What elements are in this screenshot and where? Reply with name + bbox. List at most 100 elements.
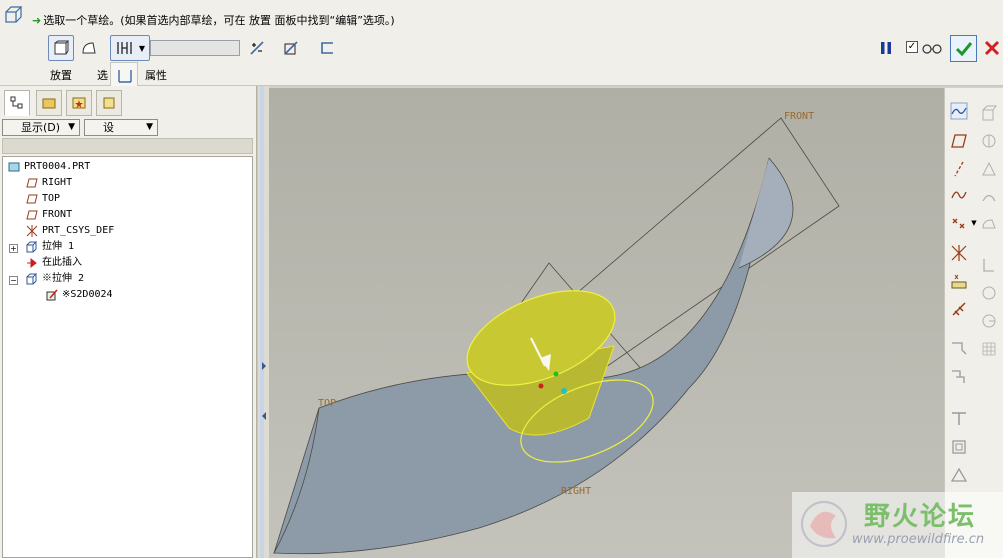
datum-plane-icon (25, 176, 39, 190)
prompt-arrow-icon: ➜ (32, 14, 42, 27)
model-tree: PRT0004.PRT RIGHT TOP FRONT PRT_CSYS_DEF… (2, 156, 253, 558)
pattern-icon (982, 342, 996, 356)
secondary-tool-7-icon (982, 286, 996, 300)
datum-plane-icon (25, 192, 39, 206)
feature-tool-2[interactable] (948, 366, 970, 388)
secondary-tool-2-icon (982, 134, 996, 148)
datum-axis-tool[interactable] (948, 158, 970, 180)
csys-icon (951, 245, 967, 261)
tree-item-label: RIGHT (42, 177, 73, 188)
datum-display-button[interactable] (948, 100, 970, 122)
feature-tool-5[interactable] (948, 464, 970, 486)
folder-icon (42, 98, 56, 109)
depth-value-field[interactable] (150, 40, 240, 56)
thicken-sketch-button[interactable] (314, 35, 340, 61)
coordinate-system-tool[interactable] (948, 242, 970, 264)
collapse-toggle[interactable]: − (9, 276, 18, 285)
secondary-tool-9[interactable] (978, 338, 1000, 360)
secondary-tool-5[interactable] (978, 214, 1000, 236)
extrude-icon (25, 240, 39, 254)
extrude-dashboard: ➜ 选取一个草绘。(如果首选内部草绘，可在 放置 面板中找到“编辑”选项。) ▼ … (0, 0, 1003, 86)
pause-icon (881, 42, 891, 54)
tree-item-top[interactable]: TOP (25, 191, 60, 207)
secondary-tool-4[interactable] (978, 186, 1000, 208)
depth-option-dropdown[interactable]: ▼ (110, 35, 150, 61)
datum-curve-tool[interactable] (948, 184, 970, 206)
secondary-tool-6-icon (983, 259, 994, 272)
extrude-icon (25, 272, 39, 286)
tab-model-tree[interactable] (4, 90, 30, 116)
feature-tool-3[interactable] (948, 408, 970, 430)
tab-placement[interactable]: 放置 (50, 67, 72, 83)
secondary-tool-2[interactable] (978, 130, 1000, 152)
splitter-rail (260, 86, 264, 558)
tab-properties[interactable]: 属性 (145, 67, 167, 83)
csys-origin-x (538, 383, 544, 389)
datum-point-tool[interactable] (948, 212, 970, 234)
settings-dropdown[interactable]: 设 ▼ (84, 119, 158, 136)
secondary-tool-5-icon (982, 219, 996, 229)
tree-item-extrude-2[interactable]: ※拉伸 2 (25, 271, 84, 287)
datum-point-icon (952, 218, 965, 229)
tree-item-csys[interactable]: PRT_CSYS_DEF (25, 223, 114, 239)
remove-material-button[interactable] (278, 35, 304, 61)
csys-origin-z (561, 388, 567, 394)
connections-icon (103, 97, 115, 109)
datum-plane-tool[interactable] (948, 130, 970, 152)
feature-tool-1-icon (952, 342, 967, 355)
secondary-tool-3[interactable] (978, 158, 1000, 180)
surface-icon (82, 42, 96, 54)
secondary-tool-6[interactable] (978, 254, 1000, 276)
message-prompt: ➜ 选取一个草绘。(如果首选内部草绘，可在 放置 面板中找到“编辑”选项。) (32, 12, 395, 28)
tree-root[interactable]: PRT0004.PRT (7, 159, 90, 175)
blind-depth-icon (117, 42, 132, 54)
tab-folder-browser[interactable] (36, 90, 62, 116)
tree-item-sketch[interactable]: ※S2D0024 (45, 287, 113, 303)
analysis-feature-tool[interactable] (948, 270, 970, 292)
checkmark-icon (955, 41, 972, 56)
chevron-down-icon: ▼ (971, 219, 977, 227)
cancel-button[interactable] (982, 38, 1002, 58)
datum-plane-icon (951, 134, 967, 148)
feature-tool-4[interactable] (948, 436, 970, 458)
preview-checkbox[interactable]: ✓ (906, 41, 918, 53)
show-dropdown[interactable]: 显示(D) ▼ (2, 119, 80, 136)
ok-button[interactable] (950, 35, 977, 62)
tree-item-front[interactable]: FRONT (25, 207, 72, 223)
feature-tool-1[interactable] (948, 338, 970, 360)
tree-item-insert-here[interactable]: 在此插入 (25, 255, 82, 271)
datum-axis-icon (954, 161, 964, 177)
favorites-icon (72, 97, 86, 109)
sketch-tool[interactable] (948, 298, 970, 320)
expand-toggle[interactable]: + (9, 244, 18, 253)
tree-item-label: 在此插入 (42, 257, 82, 268)
glasses-icon[interactable] (921, 41, 943, 55)
tab-connections[interactable] (96, 90, 122, 116)
feature-tool-3-icon (952, 412, 966, 425)
secondary-tool-8[interactable] (978, 310, 1000, 332)
secondary-tool-7[interactable] (978, 282, 1000, 304)
feature-toolbar: ▼ (944, 88, 1003, 558)
chevron-down-icon: ▼ (146, 122, 153, 132)
analysis-icon (951, 274, 967, 289)
to-next-icon (118, 70, 132, 83)
tree-item-label: ※拉伸 2 (42, 273, 85, 284)
feature-tool-2-icon (952, 370, 965, 383)
thicken-icon (321, 42, 333, 54)
tab-options[interactable]: 选 (97, 67, 108, 83)
flip-direction-icon (250, 41, 264, 55)
top-datum-label: TOP (318, 398, 336, 409)
solid-button[interactable] (48, 35, 74, 61)
secondary-tool-1[interactable] (978, 102, 1000, 124)
tree-item-label: ※S2D0024 (62, 289, 113, 300)
part-icon (7, 160, 21, 174)
flip-direction-button[interactable] (244, 35, 270, 61)
tree-item-right[interactable]: RIGHT (25, 175, 72, 191)
pause-button[interactable] (878, 40, 894, 56)
tab-favorites[interactable] (66, 90, 92, 116)
surface-button[interactable] (76, 35, 102, 61)
graphics-window[interactable]: FRONT TOP RIGHT (269, 88, 944, 558)
tree-item-extrude-1[interactable]: 拉伸 1 (25, 239, 74, 255)
secondary-tool-3-icon (982, 161, 996, 176)
panel-splitter[interactable] (257, 86, 269, 558)
